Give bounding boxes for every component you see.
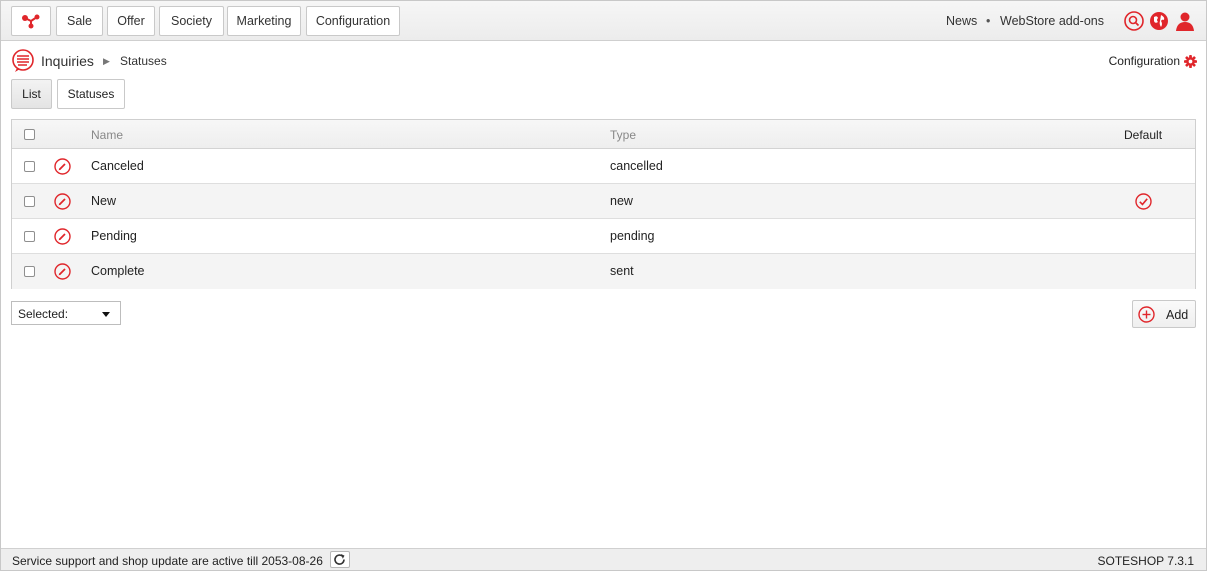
menu-configuration[interactable]: Configuration xyxy=(306,6,400,36)
row-name[interactable]: Canceled xyxy=(91,159,144,173)
link-separator: • xyxy=(986,14,991,28)
tab-statuses[interactable]: Statuses xyxy=(57,79,125,109)
selected-actions-dropdown[interactable]: Selected: xyxy=(11,301,121,325)
row-type: pending xyxy=(610,229,655,243)
support-status-text: Service support and shop update are acti… xyxy=(12,554,323,568)
news-link[interactable]: News xyxy=(946,14,977,28)
menu-sale[interactable]: Sale xyxy=(56,6,103,36)
tab-list[interactable]: List xyxy=(11,79,52,109)
edit-icon[interactable] xyxy=(54,158,71,175)
row-type: new xyxy=(610,194,633,208)
edit-icon[interactable] xyxy=(54,193,71,210)
row-name[interactable]: Pending xyxy=(91,229,137,243)
row-name[interactable]: New xyxy=(91,194,116,208)
table-row: Canceled cancelled xyxy=(12,149,1195,184)
column-header-default: Default xyxy=(1124,128,1163,142)
table-row: Pending pending xyxy=(12,219,1195,254)
statuses-table: Name Type Default Canceled cancelled New… xyxy=(11,119,1196,289)
inquiries-icon xyxy=(12,49,34,72)
table-row: New new xyxy=(12,184,1195,219)
row-checkbox[interactable] xyxy=(24,161,35,172)
row-type: sent xyxy=(610,264,634,278)
row-checkbox[interactable] xyxy=(24,266,35,277)
configuration-link[interactable]: Configuration xyxy=(1109,54,1180,68)
webstore-addons-link[interactable]: WebStore add-ons xyxy=(1000,14,1104,28)
table-row: Complete sent xyxy=(12,254,1195,289)
row-type: cancelled xyxy=(610,159,663,173)
logo-icon xyxy=(22,14,40,29)
breadcrumb-section[interactable]: Inquiries xyxy=(41,53,94,69)
gear-icon[interactable] xyxy=(1184,55,1197,68)
refresh-button[interactable] xyxy=(330,551,350,568)
top-navigation-bar: Sale Offer Society Marketing Configurati… xyxy=(1,1,1206,41)
search-icon[interactable] xyxy=(1124,11,1144,31)
breadcrumb-page: Statuses xyxy=(120,54,167,68)
menu-marketing[interactable]: Marketing xyxy=(227,6,301,36)
row-checkbox[interactable] xyxy=(24,196,35,207)
user-icon[interactable] xyxy=(1175,11,1195,31)
caret-down-icon xyxy=(102,312,110,317)
selected-label: Selected: xyxy=(18,307,69,321)
add-button-label: Add xyxy=(1166,308,1189,322)
menu-offer[interactable]: Offer xyxy=(107,6,155,36)
add-button[interactable]: Add xyxy=(1132,300,1196,328)
column-header-name[interactable]: Name xyxy=(91,128,123,142)
globe-icon[interactable] xyxy=(1149,11,1169,31)
breadcrumb-arrow-icon: ▶ xyxy=(103,56,110,66)
home-logo-button[interactable] xyxy=(11,6,51,36)
edit-icon[interactable] xyxy=(54,228,71,245)
edit-icon[interactable] xyxy=(54,263,71,280)
select-all-checkbox[interactable] xyxy=(24,129,35,140)
row-checkbox[interactable] xyxy=(24,231,35,242)
status-footer: Service support and shop update are acti… xyxy=(1,548,1206,570)
refresh-icon xyxy=(334,554,345,565)
column-header-type[interactable]: Type xyxy=(610,128,636,142)
table-header: Name Type Default xyxy=(12,120,1195,149)
version-label: SOTESHOP 7.3.1 xyxy=(1097,554,1195,568)
menu-society[interactable]: Society xyxy=(159,6,224,36)
default-check-icon xyxy=(1135,193,1152,210)
row-name[interactable]: Complete xyxy=(91,264,145,278)
plus-circle-icon xyxy=(1138,306,1155,323)
